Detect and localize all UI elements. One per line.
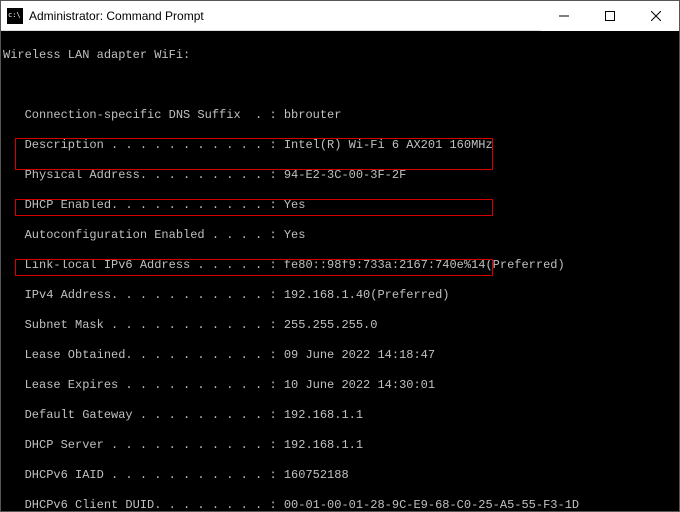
- wifi-lease-expires: Lease Expires . . . . . . . . . . : 10 J…: [3, 378, 679, 393]
- wifi-lease-obtained: Lease Obtained. . . . . . . . . . : 09 J…: [3, 348, 679, 363]
- wifi-default-gateway: Default Gateway . . . . . . . . . : 192.…: [3, 408, 679, 423]
- cmd-window: Administrator: Command Prompt Wireless L…: [0, 0, 680, 512]
- blank-line: [3, 78, 679, 93]
- titlebar[interactable]: Administrator: Command Prompt: [1, 1, 679, 31]
- wifi-linklocal-ipv6: Link-local IPv6 Address . . . . . : fe80…: [3, 258, 679, 273]
- wifi-physical-address: Physical Address. . . . . . . . . : 94-E…: [3, 168, 679, 183]
- wifi-dhcp-enabled: DHCP Enabled. . . . . . . . . . . : Yes: [3, 198, 679, 213]
- wifi-subnet-mask: Subnet Mask . . . . . . . . . . . : 255.…: [3, 318, 679, 333]
- maximize-button[interactable]: [587, 1, 633, 31]
- minimize-button[interactable]: [541, 1, 587, 31]
- wifi-dhcpv6-iaid: DHCPv6 IAID . . . . . . . . . . . : 1607…: [3, 468, 679, 483]
- wifi-dns-suffix: Connection-specific DNS Suffix . : bbrou…: [3, 108, 679, 123]
- wifi-description: Description . . . . . . . . . . . : Inte…: [3, 138, 679, 153]
- wifi-autoconfig: Autoconfiguration Enabled . . . . : Yes: [3, 228, 679, 243]
- wifi-dhcp-server: DHCP Server . . . . . . . . . . . : 192.…: [3, 438, 679, 453]
- close-button[interactable]: [633, 1, 679, 31]
- terminal-output[interactable]: Wireless LAN adapter WiFi: Connection-sp…: [1, 31, 679, 511]
- cmd-icon: [7, 8, 23, 24]
- wifi-adapter-header: Wireless LAN adapter WiFi:: [3, 48, 679, 63]
- wifi-ipv4-address: IPv4 Address. . . . . . . . . . . : 192.…: [3, 288, 679, 303]
- window-title: Administrator: Command Prompt: [29, 9, 541, 23]
- window-controls: [541, 1, 679, 31]
- wifi-dhcpv6-duid: DHCPv6 Client DUID. . . . . . . . : 00-0…: [3, 498, 679, 511]
